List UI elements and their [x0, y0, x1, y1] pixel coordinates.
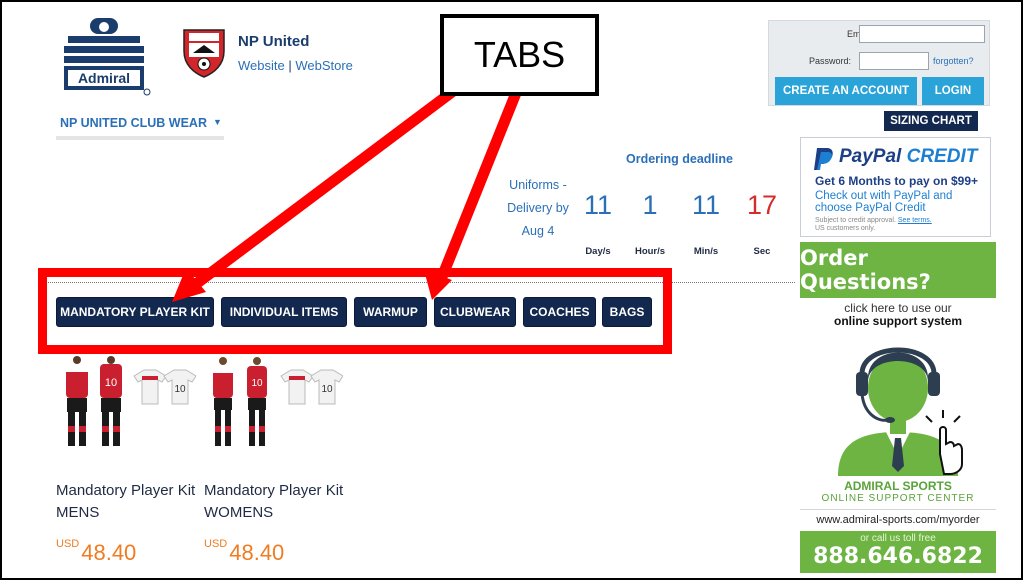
svg-text:10: 10 — [321, 384, 333, 395]
countdown-minutes-label: Min/s — [693, 246, 719, 257]
tab-coaches[interactable]: COACHES — [523, 297, 596, 327]
product-price-mens: USD48.40 — [56, 538, 136, 566]
support-sub2: online support system — [833, 314, 963, 328]
create-account-button[interactable]: CREATE AN ACCOUNT — [775, 77, 917, 105]
countdown-hours: 1 — [642, 190, 658, 220]
support-phone-number: 888.646.6822 — [813, 544, 983, 569]
arrow-right-head — [424, 270, 452, 300]
login-button[interactable]: LOGIN — [922, 77, 984, 105]
sizing-chart-button[interactable]: SIZING CHART — [884, 111, 978, 131]
support-url[interactable]: www.admiral-sports.com/myorder — [800, 509, 996, 529]
svg-text:10: 10 — [105, 377, 117, 389]
see-terms-link[interactable]: See terms. — [898, 217, 932, 224]
svg-text:10: 10 — [174, 384, 186, 395]
ordering-deadline-title: Ordering deadline — [626, 152, 733, 166]
webstore-link[interactable]: WebStore — [295, 58, 353, 73]
password-input[interactable] — [859, 52, 929, 70]
currency-label: USD — [56, 538, 80, 550]
svg-text:10: 10 — [251, 378, 263, 389]
paypal-credit-title: PayPal CREDIT — [839, 146, 977, 168]
tab-individual-items[interactable]: INDIVIDUAL ITEMS — [221, 297, 347, 327]
order-questions-heading: Order Questions? — [800, 242, 996, 298]
fine-print-2: US customers only. — [815, 225, 876, 232]
support-sub1: click here to use our — [844, 301, 952, 315]
countdown-minutes: 11 — [691, 190, 721, 220]
product-image-womens[interactable]: 10 10 — [203, 356, 344, 454]
club-links: Website | WebStore — [238, 58, 353, 73]
paypal-credit-banner[interactable]: PayPal CREDIT Get 6 Months to pay on $99… — [800, 137, 991, 237]
countdown-seconds-label: Sec — [753, 246, 771, 257]
paypal-logo-icon — [814, 148, 833, 170]
email-input[interactable] — [859, 25, 985, 43]
price-amount: 48.40 — [229, 540, 285, 565]
support-phone-block[interactable]: or call us toll free 888.646.6822 — [800, 531, 996, 573]
tab-mandatory-player-kit[interactable]: MANDATORY PLAYER KIT — [56, 297, 214, 327]
tabs-callout-label: TABS — [440, 14, 599, 96]
arrow-left — [184, 81, 464, 295]
tab-clubwear[interactable]: CLUBWEAR — [434, 297, 516, 327]
paypal-word: PayPal — [839, 146, 902, 167]
product-name-mens[interactable]: Mandatory Player Kit MENS — [56, 480, 206, 524]
paypal-headline: Get 6 Months to pay on $99+ — [815, 174, 979, 188]
support-center-label: ONLINE SUPPORT CENTER — [821, 493, 975, 504]
club-wear-dropdown-label: NP UNITED CLUB WEAR — [60, 116, 207, 130]
forgot-password-link[interactable]: forgotten? — [933, 56, 974, 66]
currency-label: USD — [204, 538, 228, 550]
login-panel: Email: Password: forgotten? CREATE AN AC… — [768, 20, 990, 106]
paypal-fine-print: Subject to credit approval. See terms. U… — [815, 217, 985, 233]
password-label: Password: — [809, 56, 852, 66]
club-name: NP United — [238, 33, 310, 50]
fine-print-1: Subject to credit approval. — [815, 217, 896, 224]
countdown-days: 11 — [583, 190, 613, 220]
credit-word: CREDIT — [906, 146, 978, 167]
tab-warmup[interactable]: WARMUP — [354, 297, 427, 327]
support-agent-icon — [838, 347, 963, 476]
delivery-note: Uniforms - Delivery by Aug 4 — [507, 178, 569, 238]
paypal-subline: Check out with PayPal and choose PayPal … — [815, 190, 953, 214]
website-link[interactable]: Website — [238, 58, 285, 73]
section-divider — [40, 282, 795, 283]
product-name-womens[interactable]: Mandatory Player Kit WOMENS — [204, 480, 354, 524]
caret-down-icon: ▼ — [213, 117, 222, 127]
countdown-seconds: 17 — [746, 190, 778, 220]
countdown-days-label: Day/s — [585, 246, 611, 257]
price-amount: 48.40 — [81, 540, 137, 565]
product-image-mens[interactable]: 10 10 — [56, 356, 197, 454]
admiral-logo-text: Admiral — [78, 70, 130, 86]
support-brand: ADMIRAL SPORTS — [844, 479, 952, 493]
product-price-womens: USD48.40 — [204, 538, 284, 566]
club-crest-icon — [181, 27, 227, 79]
tab-bags[interactable]: BAGS — [602, 297, 652, 327]
link-separator: | — [284, 58, 296, 73]
call-toll-free-text: or call us toll free — [860, 533, 936, 544]
support-subtext: click here to use our online support sys… — [800, 302, 996, 328]
club-wear-dropdown[interactable]: NP UNITED CLUB WEAR ▼ — [56, 110, 224, 140]
order-questions-banner[interactable]: Order Questions? click here to use our o… — [800, 242, 996, 576]
countdown-hours-label: Hour/s — [634, 246, 666, 257]
admiral-logo[interactable]: Admiral — [56, 16, 152, 96]
